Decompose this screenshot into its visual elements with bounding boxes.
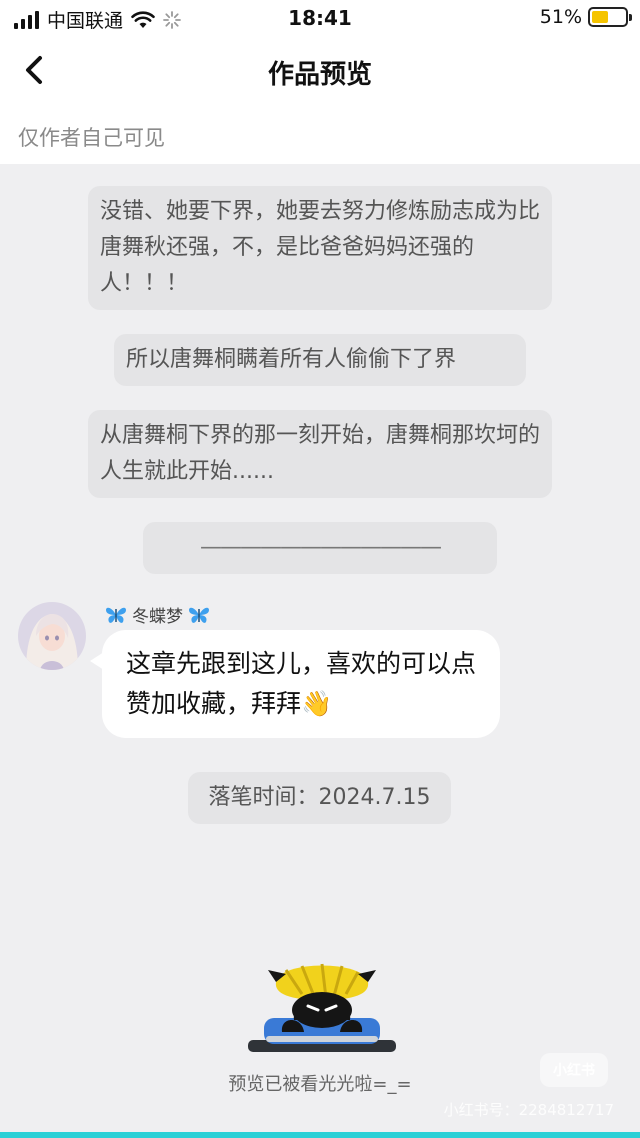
avatar[interactable] (18, 602, 86, 670)
status-right: 51% (539, 6, 632, 28)
divider-bubble: ———————————— (143, 522, 497, 574)
page-title: 作品预览 (267, 60, 372, 90)
bottom-accent-bar (0, 1132, 640, 1138)
nickname-label: 冬蝶梦 (132, 607, 183, 627)
mascot-illustration (248, 963, 396, 1052)
butterfly-icon (106, 607, 126, 623)
butterfly-icon (189, 607, 209, 623)
narration-bubble: 所以唐舞桐瞒着所有人偷偷下了界 (114, 334, 526, 386)
chat-bubble: 这章先跟到这儿，喜欢的可以点赞加收藏，拜拜👋 (90, 630, 500, 738)
timestamp-bubble: 落笔时间：2024.7.15 (188, 772, 451, 824)
waving-hand-icon: 👋 (301, 689, 333, 718)
battery-icon (588, 7, 632, 27)
narration-bubble: 没错、她要下界，她要去努力修炼励志成为比唐舞秋还强，不，是比爸爸妈妈还强的人！！… (88, 186, 552, 310)
battery-percent: 51% (539, 6, 582, 28)
visibility-note: 仅作者自己可见 (0, 108, 640, 164)
narration-bubble: 从唐舞桐下界的那一刻开始，唐舞桐那坎坷的人生就此开始...... (88, 410, 552, 498)
nav-bar: 作品预览 (0, 36, 640, 108)
nickname: 冬蝶梦 (104, 602, 211, 627)
watermark-badge: 小红书 (540, 1053, 608, 1087)
watermark-text: 小红书号：2284812717 (443, 1101, 614, 1119)
status-bar: 中国联通 18:41 51% (0, 0, 640, 36)
